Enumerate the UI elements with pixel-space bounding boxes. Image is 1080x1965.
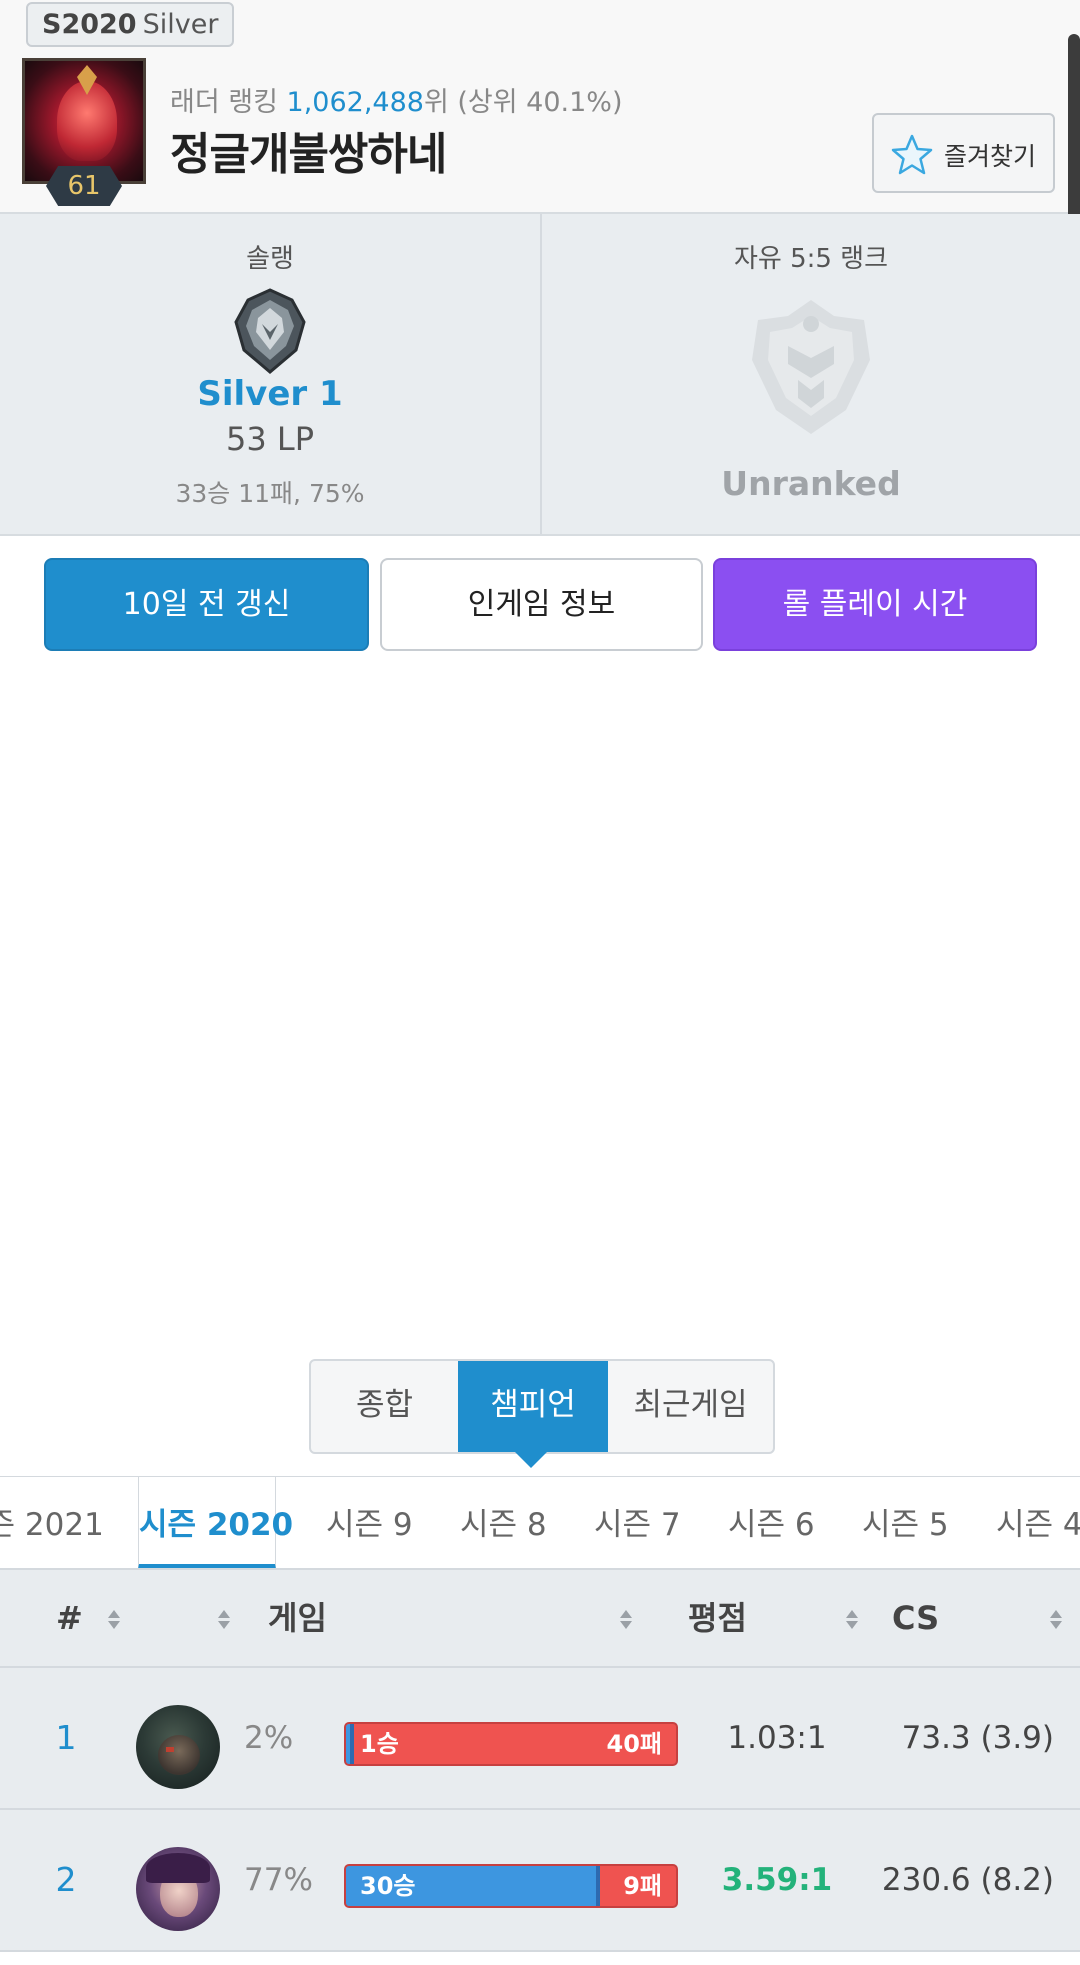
solo-tier: Silver 1 — [197, 374, 343, 414]
main-tabs: 종합 챔피언 최근게임 — [309, 1359, 775, 1454]
season-label: S2020 — [42, 9, 137, 40]
season-tab-8[interactable]: 시즌 8 — [460, 1477, 547, 1568]
rank-panel: 솔랭 Silver 1 53 LP 33승 11패, 75% 자유 5:5 랭크… — [0, 214, 1080, 536]
flex-rank: 자유 5:5 랭크 Unranked — [542, 214, 1080, 534]
level-badge: 61 — [46, 166, 122, 206]
summoner-name: 정글개불쌍하네 — [170, 129, 447, 180]
unranked-emblem-icon — [752, 300, 870, 434]
silver-emblem-icon — [234, 288, 306, 374]
row-cs: 230.6 (8.2) — [881, 1862, 1054, 1898]
season-tab-6[interactable]: 시즌 6 — [728, 1477, 815, 1568]
champion-portrait-eye — [166, 1747, 174, 1752]
champion-portrait — [136, 1847, 220, 1931]
row-winrate: 2% — [244, 1720, 294, 1756]
sort-champion-icon[interactable] — [218, 1610, 230, 1630]
win-loss-bar: 30승 9패 — [344, 1864, 678, 1908]
champion-portrait-hair — [146, 1853, 210, 1883]
table-row[interactable]: 2 77% 30승 9패 3.59:1 230.6 (8.2) — [0, 1810, 1080, 1952]
ladder-ranking: 래더 랭킹 1,062,488위 (상위 40.1%) — [170, 80, 622, 119]
champion-table-header: # 게임 평점 CS — [0, 1570, 1080, 1668]
season-tab-7[interactable]: 시즌 7 — [594, 1477, 681, 1568]
sort-cs-icon[interactable] — [1050, 1610, 1062, 1630]
sort-rank-icon[interactable] — [108, 1610, 120, 1630]
champion-portrait — [136, 1705, 220, 1789]
active-tab-indicator — [515, 1452, 547, 1468]
col-cs[interactable]: CS — [892, 1570, 939, 1666]
profile-icon — [22, 58, 146, 184]
star-icon — [891, 134, 933, 175]
col-games[interactable]: 게임 — [268, 1570, 327, 1666]
season-tab-9[interactable]: 시즌 9 — [326, 1477, 413, 1568]
win-loss-bar: 1승 40패 — [344, 1722, 678, 1766]
flex-tier: Unranked — [721, 464, 901, 503]
table-row[interactable]: 1 2% 1승 40패 1.03:1 73.3 (3.9) — [0, 1668, 1080, 1810]
ladder-suffix: 위 (상위 40.1%) — [423, 87, 623, 118]
season-tab-2021[interactable]: 시즌 2021 — [0, 1477, 104, 1568]
row-rank: 2 — [55, 1860, 77, 1899]
season-tab-5[interactable]: 시즌 5 — [862, 1477, 949, 1568]
solo-queue-label: 솔랭 — [246, 244, 294, 274]
season-tab-4[interactable]: 시즌 4 — [996, 1477, 1080, 1568]
row-winrate: 77% — [244, 1862, 313, 1898]
champion-portrait-detail — [158, 1735, 200, 1775]
losses-label: 40패 — [606, 1730, 662, 1758]
win-bar-fill — [346, 1724, 355, 1764]
sort-games-icon[interactable] — [620, 1610, 632, 1630]
solo-lp: 53 LP — [225, 420, 314, 458]
tab-summary[interactable]: 종합 — [311, 1361, 458, 1452]
tier-label: Silver — [142, 9, 219, 40]
col-kda[interactable]: 평점 — [688, 1570, 747, 1666]
losses-label: 9패 — [623, 1872, 662, 1900]
solo-record: 33승 11패, 75% — [175, 479, 365, 508]
solo-rank: 솔랭 Silver 1 53 LP 33승 11패, 75% — [0, 214, 540, 534]
ladder-rank-value: 1,062,488 — [286, 87, 424, 118]
row-kda: 3.59:1 — [721, 1862, 833, 1898]
col-rank[interactable]: # — [56, 1570, 83, 1666]
profile-header: S2020 Silver 61 래더 랭킹 1,062,488위 (상위 40.1… — [0, 0, 1080, 214]
season-tab-2020[interactable]: 시즌 2020 — [138, 1477, 293, 1568]
season-tier-badge: S2020 Silver — [26, 2, 235, 47]
row-rank: 1 — [55, 1718, 77, 1757]
ladder-prefix: 래더 랭킹 — [170, 87, 287, 118]
row-cs: 73.3 (3.9) — [901, 1720, 1054, 1756]
tab-champion[interactable]: 챔피언 — [458, 1361, 608, 1452]
wins-label: 30승 — [360, 1872, 416, 1900]
wins-label: 1승 — [360, 1730, 399, 1758]
favorite-button[interactable]: 즐겨찾기 — [872, 113, 1055, 193]
tab-recent-games[interactable]: 최근게임 — [608, 1361, 773, 1452]
ingame-info-button[interactable]: 인게임 정보 — [380, 558, 703, 651]
favorite-label: 즐겨찾기 — [944, 142, 1037, 171]
refresh-button[interactable]: 10일 전 갱신 — [44, 558, 369, 651]
row-kda: 1.03:1 — [727, 1720, 827, 1756]
flex-queue-label: 자유 5:5 랭크 — [733, 244, 889, 274]
playtime-button[interactable]: 롤 플레이 시간 — [713, 558, 1037, 651]
season-tabs: 시즌 2021 시즌 2020 시즌 9 시즌 8 시즌 7 시즌 6 시즌 5… — [0, 1476, 1080, 1570]
sort-kda-icon[interactable] — [846, 1610, 858, 1630]
